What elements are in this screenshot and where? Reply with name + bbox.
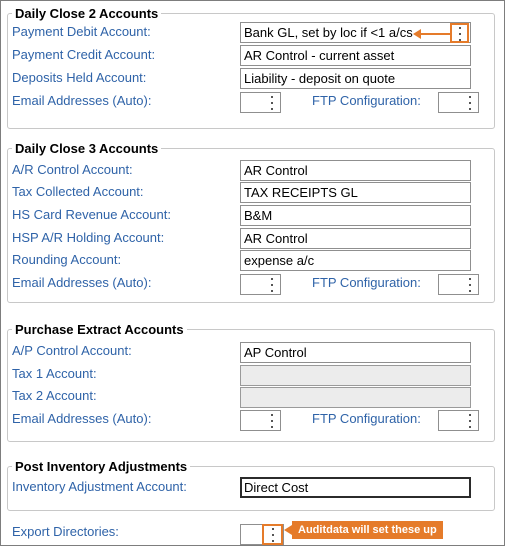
- tax2-label: Tax 2 Account:: [12, 388, 97, 403]
- purchase-ftp-label: FTP Configuration:: [312, 411, 421, 426]
- daily-close-3-title: Daily Close 3 Accounts: [12, 141, 162, 157]
- payment-debit-picker-button[interactable]: [450, 23, 469, 43]
- settings-panel: Daily Close 2 Accounts Payment Debit Acc…: [0, 0, 505, 546]
- hs-card-revenue-label: HS Card Revenue Account:: [12, 207, 171, 222]
- hsp-ar-holding-label: HSP A/R Holding Account:: [12, 230, 165, 245]
- hs-card-revenue-field[interactable]: B&M: [240, 205, 471, 226]
- tax-collected-field[interactable]: TAX RECEIPTS GL: [240, 182, 471, 203]
- ap-control-field[interactable]: AP Control: [240, 342, 471, 363]
- annotation-arrow-line: [421, 33, 450, 35]
- tax1-field: [240, 365, 471, 386]
- daily-close-2-title: Daily Close 2 Accounts: [12, 6, 162, 22]
- dc3-ftp-select[interactable]: [438, 274, 479, 295]
- dc3-ftp-label: FTP Configuration:: [312, 275, 421, 290]
- export-directories-label: Export Directories:: [12, 524, 119, 539]
- rounding-label: Rounding Account:: [12, 252, 122, 267]
- payment-credit-label: Payment Credit Account:: [12, 47, 156, 62]
- vertical-ellipsis-icon: [465, 414, 474, 428]
- hsp-ar-holding-field[interactable]: AR Control: [240, 228, 471, 249]
- tax2-field: [240, 387, 471, 408]
- dc2-ftp-label: FTP Configuration:: [312, 93, 421, 108]
- inventory-adjustments-title: Post Inventory Adjustments: [12, 459, 191, 475]
- dc3-email-label: Email Addresses (Auto):: [12, 275, 152, 290]
- arrow-left-icon: [284, 525, 292, 535]
- export-directories-picker-button[interactable]: [262, 524, 283, 545]
- deposits-held-label: Deposits Held Account:: [12, 70, 147, 85]
- arrow-left-icon: [413, 29, 421, 39]
- vertical-ellipsis-icon: [268, 528, 277, 542]
- dc2-email-label: Email Addresses (Auto):: [12, 93, 152, 108]
- tax1-label: Tax 1 Account:: [12, 366, 97, 381]
- rounding-field[interactable]: expense a/c: [240, 250, 471, 271]
- purchase-extract-title: Purchase Extract Accounts: [12, 322, 187, 338]
- purchase-ftp-select[interactable]: [438, 410, 479, 431]
- payment-credit-field[interactable]: AR Control - current asset: [240, 45, 471, 66]
- auditdata-callout: Auditdata will set these up: [292, 521, 443, 539]
- inventory-adjustment-field[interactable]: Direct Cost: [240, 477, 471, 498]
- vertical-ellipsis-icon: [465, 96, 474, 110]
- vertical-ellipsis-icon: [267, 96, 276, 110]
- export-directories-select[interactable]: [240, 524, 284, 545]
- inventory-adjustment-label: Inventory Adjustment Account:: [12, 479, 187, 494]
- payment-debit-label: Payment Debit Account:: [12, 24, 151, 39]
- dc3-email-select[interactable]: [240, 274, 281, 295]
- deposits-held-field[interactable]: Liability - deposit on quote: [240, 68, 471, 89]
- vertical-ellipsis-icon: [267, 278, 276, 292]
- ar-control-field[interactable]: AR Control: [240, 160, 471, 181]
- ap-control-label: A/P Control Account:: [12, 343, 132, 358]
- dc2-email-select[interactable]: [240, 92, 281, 113]
- purchase-email-label: Email Addresses (Auto):: [12, 411, 152, 426]
- vertical-ellipsis-icon: [267, 414, 276, 428]
- purchase-email-select[interactable]: [240, 410, 281, 431]
- dc2-ftp-select[interactable]: [438, 92, 479, 113]
- vertical-ellipsis-icon: [465, 278, 474, 292]
- vertical-ellipsis-icon: [455, 27, 464, 41]
- tax-collected-label: Tax Collected Account:: [12, 184, 144, 199]
- ar-control-label: A/R Control Account:: [12, 162, 133, 177]
